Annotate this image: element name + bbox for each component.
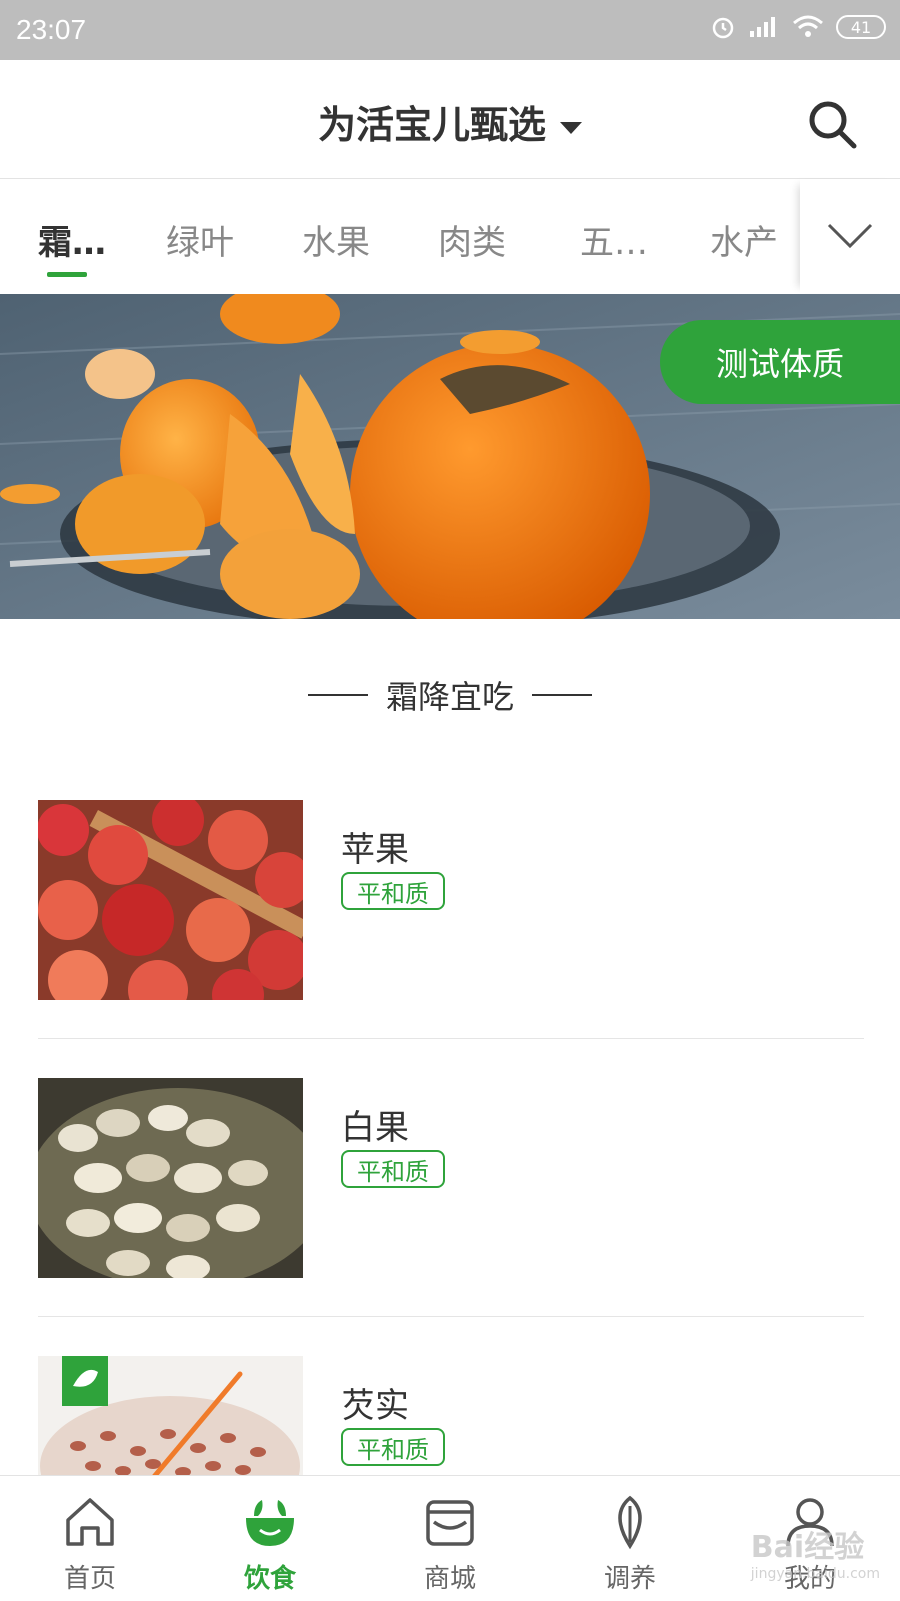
battery-level: 41 — [850, 17, 872, 37]
caret-down-icon — [560, 121, 582, 134]
food-list-item[interactable]: 白果 平和质 — [38, 1078, 864, 1278]
watermark: Bai经验 jingyan.baidu.com — [751, 1522, 880, 1582]
chevron-down-icon — [827, 223, 873, 249]
nav-care[interactable]: 调养 — [540, 1476, 720, 1601]
nav-home-label: 首页 — [63, 1564, 116, 1594]
home-icon — [66, 1498, 114, 1546]
food-name: 芡实 — [341, 1386, 409, 1426]
food-thumbnail-ginkgo — [38, 1078, 303, 1278]
food-list-item[interactable]: 芡实 平和质 — [38, 1356, 864, 1475]
food-name: 白果 — [341, 1108, 409, 1148]
bowl-icon — [246, 1500, 294, 1546]
test-constitution-label: 测试体质 — [715, 345, 844, 383]
signal-icon — [750, 17, 775, 37]
store-icon — [426, 1500, 474, 1546]
food-name: 苹果 — [341, 830, 409, 870]
list-divider — [38, 1038, 864, 1039]
constitution-tag: 平和质 — [341, 1150, 445, 1188]
nav-store-label: 商城 — [423, 1564, 476, 1594]
food-thumbnail-apple — [38, 800, 303, 1000]
category-tabs: 霜… 绿叶 水果 肉类 五… 水产 — [0, 179, 900, 293]
section-line-right — [532, 694, 592, 696]
active-tab-indicator — [47, 272, 87, 277]
tabs-expand-button[interactable] — [800, 179, 900, 293]
food-list-item[interactable]: 苹果 平和质 — [38, 800, 864, 1000]
leaf-icon — [618, 1495, 642, 1550]
list-divider — [38, 1316, 864, 1317]
wifi-icon — [793, 15, 823, 37]
status-time: 23:07 — [16, 14, 87, 45]
nav-store[interactable]: 商城 — [360, 1476, 540, 1601]
status-icons: 41 — [710, 14, 886, 40]
page-title-selector[interactable]: 为活宝儿甄选 — [0, 94, 900, 149]
battery-icon: 41 — [836, 15, 886, 39]
constitution-tag: 平和质 — [341, 1428, 445, 1466]
section-line-left — [307, 694, 368, 696]
tab-grains[interactable]: 五… — [580, 215, 648, 264]
food-thumbnail-euryale — [38, 1356, 303, 1475]
search-icon[interactable] — [804, 96, 860, 152]
watermark-text: Bai经验 — [750, 1530, 865, 1565]
constitution-tag: 平和质 — [341, 872, 445, 910]
tab-fruit[interactable]: 水果 — [302, 215, 370, 264]
status-bar: 23:07 41 — [0, 0, 900, 60]
alarm-icon — [712, 17, 734, 39]
tab-seafood[interactable]: 水产 — [710, 215, 778, 264]
nav-diet[interactable]: 饮食 — [180, 1476, 360, 1601]
nav-diet-label: 饮食 — [243, 1564, 296, 1594]
tab-meat[interactable]: 肉类 — [438, 215, 506, 264]
section-header: 霜降宜吃 — [0, 672, 900, 718]
tab-frost[interactable]: 霜… — [38, 215, 106, 264]
watermark-sub: jingyan.baidu.com — [750, 1566, 880, 1582]
nav-care-label: 调养 — [603, 1564, 656, 1594]
test-constitution-button[interactable]: 测试体质 — [660, 320, 900, 404]
section-title: 霜降宜吃 — [385, 678, 514, 716]
page-title: 为活宝儿甄选 — [317, 103, 546, 147]
tab-greens[interactable]: 绿叶 — [166, 215, 234, 264]
app-header: 为活宝儿甄选 — [0, 60, 900, 179]
nav-home[interactable]: 首页 — [0, 1476, 180, 1601]
